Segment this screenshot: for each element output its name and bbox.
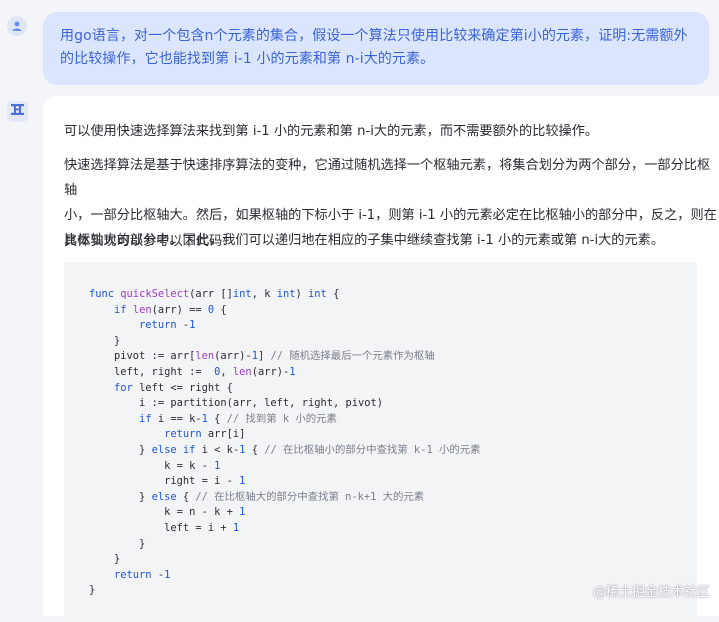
- bot-logo-icon: [10, 102, 25, 121]
- code-line: }: [89, 334, 121, 347]
- code-line: left = i + 1: [89, 521, 240, 534]
- code-line: }: [89, 537, 146, 550]
- watermark: @稀土掘金技术社区: [592, 585, 710, 600]
- code-line: if len(arr) == 0 {: [114, 303, 227, 316]
- code-line: }: [89, 553, 121, 566]
- code-line: return arr[i]: [164, 428, 246, 441]
- code-line: pivot := arr[len(arr)-1] // 随机选择最后一个元素作为…: [89, 350, 435, 363]
- code-line: k = k - 1: [89, 459, 221, 472]
- code-line: return -1: [114, 568, 171, 581]
- code-line: }: [89, 584, 96, 597]
- code-line: k = n - k + 1: [89, 506, 246, 519]
- user-avatar: [7, 16, 27, 36]
- code-line: func quickSelect(arr []int, k int) int {: [89, 288, 340, 300]
- user-message-bubble: 用go语言，对一个包含n个元素的集合，假设一个算法只使用比较来确定第i小的元素，…: [43, 12, 709, 85]
- code-line: for left <= right {: [114, 381, 233, 394]
- code-line: } else if i < k-1 { // 在比枢轴小的部分中查找第 k-1 …: [89, 443, 481, 456]
- code-content: func quickSelect(arr []int, k int) int {…: [89, 287, 481, 599]
- code-block[interactable]: func quickSelect(arr []int, k int) int {…: [64, 262, 697, 622]
- code-line: right = i - 1: [89, 475, 246, 488]
- user-icon: [11, 17, 23, 36]
- assistant-paragraph-1: 可以使用快速选择算法来找到第 i-1 小的元素和第 n-i大的元素，而不需要额外…: [64, 124, 599, 139]
- assistant-message-card: 可以使用快速选择算法来找到第 i-1 小的元素和第 n-i大的元素，而不需要额外…: [43, 96, 719, 622]
- bot-avatar: [7, 101, 28, 122]
- code-line: if i == k-1 { // 找到第 k 小的元素: [139, 412, 337, 425]
- assistant-paragraph-3: 具体实现可以参考以下代码:: [64, 234, 227, 249]
- code-line: i := partition(arr, left, right, pivot): [89, 397, 384, 410]
- code-line: } else { // 在比枢轴大的部分中查找第 n-k+1 大的元素: [89, 490, 425, 503]
- user-message-row: 用go语言，对一个包含n个元素的集合，假设一个算法只使用比较来确定第i小的元素，…: [0, 0, 719, 96]
- code-line: left, right := 0, len(arr)-1: [89, 365, 296, 378]
- code-line: return -1: [139, 319, 196, 332]
- user-message-text: 用go语言，对一个包含n个元素的集合，假设一个算法只使用比较来确定第i小的元素，…: [60, 28, 688, 67]
